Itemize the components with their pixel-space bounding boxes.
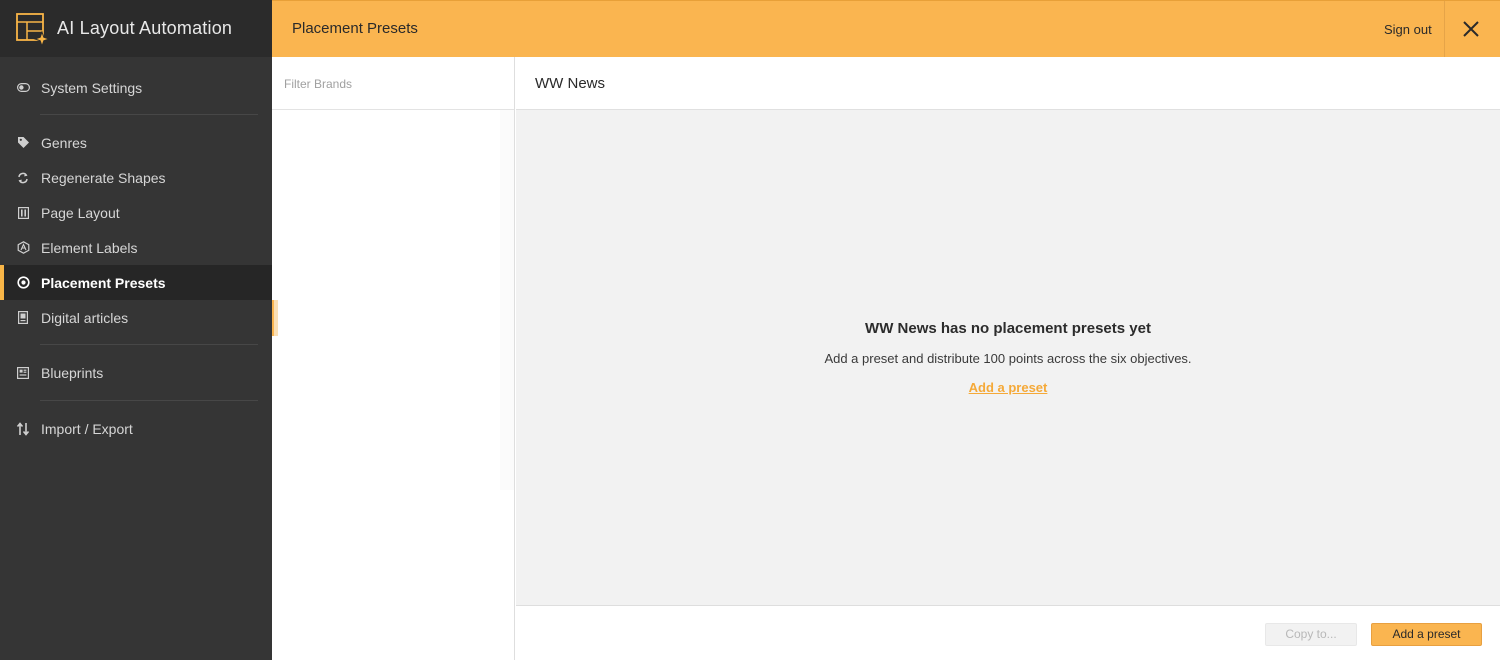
- add-preset-link[interactable]: Add a preset: [969, 380, 1048, 395]
- sidebar-item-page-layout[interactable]: Page Layout: [0, 195, 272, 230]
- page-title: Placement Presets: [292, 20, 418, 37]
- app-brand: AI Layout Automation: [0, 0, 272, 57]
- toggle-icon: [16, 81, 30, 95]
- main-content: WW News WW News has no placement presets…: [516, 57, 1500, 660]
- sidebar-item-blueprints[interactable]: Blueprints: [0, 355, 272, 390]
- sidebar-item-label: Element Labels: [41, 239, 138, 256]
- app-title: AI Layout Automation: [57, 18, 233, 38]
- target-icon: [16, 276, 30, 290]
- add-preset-button[interactable]: Add a preset: [1371, 623, 1482, 646]
- empty-state-link-wrap: Add a preset: [516, 379, 1500, 397]
- filter-brands-input[interactable]: [284, 77, 504, 91]
- sidebar-item-import-export[interactable]: Import / Export: [0, 411, 272, 446]
- brand-title: WW News: [516, 57, 1500, 110]
- sidebar-item-element-labels[interactable]: Element Labels: [0, 230, 272, 265]
- tag-icon: [16, 136, 30, 150]
- sidebar-item-regenerate-shapes[interactable]: Regenerate Shapes: [0, 160, 272, 195]
- sidebar-item-system-settings[interactable]: System Settings: [0, 70, 272, 105]
- sidebar-item-placement-presets[interactable]: Placement Presets: [0, 265, 272, 300]
- sidebar-item-label: Placement Presets: [41, 274, 166, 291]
- copy-to-button[interactable]: Copy to...: [1265, 623, 1357, 646]
- brands-pane: [272, 57, 515, 660]
- close-icon[interactable]: [1460, 18, 1482, 40]
- brand-filter-container: [272, 57, 514, 110]
- sidebar-item-label: Blueprints: [41, 364, 104, 381]
- sidebar: AI Layout Automation System Settings Gen…: [0, 0, 272, 660]
- header-divider: [1444, 1, 1445, 57]
- sidebar-item-label: System Settings: [41, 79, 143, 96]
- blueprint-icon: [16, 366, 30, 380]
- empty-state-description: Add a preset and distribute 100 points a…: [824, 351, 1192, 366]
- sidebar-item-label: Digital articles: [41, 309, 129, 326]
- columns-icon: [16, 206, 30, 220]
- layout-sparkle-icon: [15, 12, 51, 48]
- sidebar-item-label: Import / Export: [41, 420, 133, 437]
- document-icon: [16, 311, 30, 325]
- sign-out-link[interactable]: Sign out: [1384, 22, 1432, 37]
- sidebar-item-genres[interactable]: Genres: [0, 125, 272, 160]
- sidebar-divider: [40, 344, 258, 345]
- hexagon-label-icon: [16, 241, 30, 255]
- sidebar-item-digital-articles[interactable]: Digital articles: [0, 300, 272, 335]
- sidebar-item-label: Genres: [41, 134, 87, 151]
- footer-bar: Copy to... Add a preset: [516, 605, 1500, 660]
- brands-scrollbar[interactable]: [500, 110, 514, 490]
- brand-selection-marker: [272, 300, 278, 336]
- swap-vertical-icon: [16, 421, 30, 436]
- refresh-icon: [16, 171, 30, 185]
- top-header: Placement Presets Sign out: [272, 0, 1500, 57]
- empty-state-title: WW News has no placement presets yet: [865, 320, 1151, 337]
- sidebar-item-label: Regenerate Shapes: [41, 169, 166, 186]
- sidebar-divider: [40, 114, 258, 115]
- sidebar-divider: [40, 400, 258, 401]
- sidebar-item-label: Page Layout: [41, 204, 120, 221]
